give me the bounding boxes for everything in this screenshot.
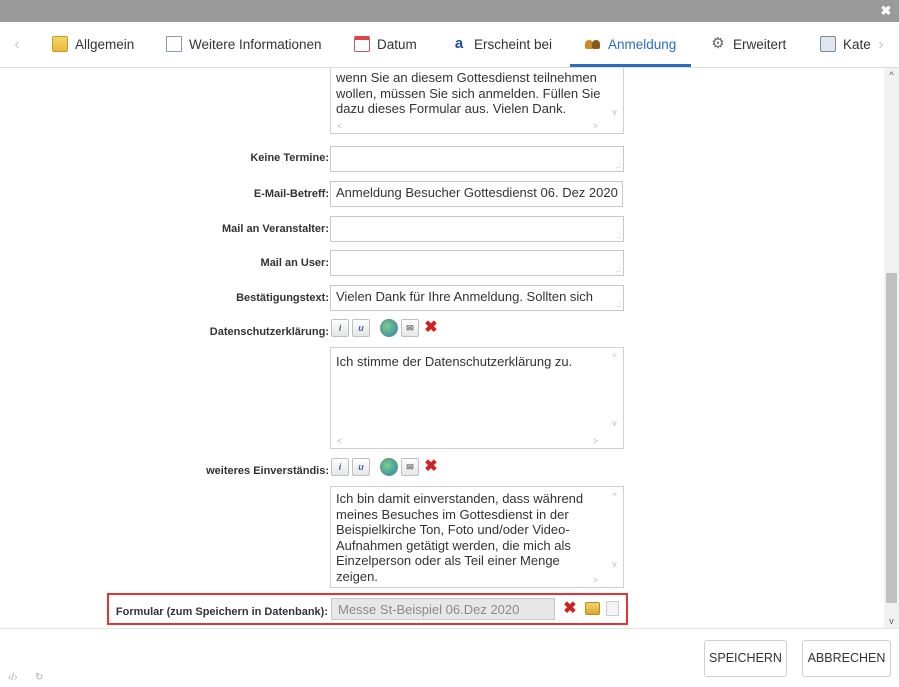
tab-label: Weitere Informationen [189,36,322,52]
einverstaendnis-label: weiteres Einverständis: [206,465,329,477]
tab-datum[interactable]: Datum [354,22,417,66]
delete-icon[interactable]: ✖ [561,600,579,618]
resize-grip-icon[interactable]: .: [617,301,621,309]
save-button[interactable]: SPEICHERN [704,640,787,677]
delete-icon[interactable]: ✖ [422,319,440,337]
resize-grip-icon[interactable]: .: [617,266,621,274]
mail-icon[interactable]: ✉ [401,319,419,337]
tab-allgemein[interactable]: Allgemein [52,22,134,66]
mail-user-label: Mail an User: [260,257,329,269]
document-icon [166,36,182,52]
email-betreff-field[interactable]: Anmeldung Besucher Gottesdienst 06. Dez … [330,181,623,207]
field-value [331,251,623,257]
email-betreff-label: E-Mail-Betreff: [253,188,329,200]
scroll-down-icon[interactable]: v [606,418,623,428]
horizontal-scrollbar[interactable]: < > [331,120,606,133]
formular-label: Formular (zum Speichern in Datenbank): [115,606,328,618]
datenschutz-text: Ich stimme der Datenschutzerklärung zu. [336,354,573,369]
info-icon[interactable]: i [331,319,349,337]
close-icon[interactable]: ✖ [879,3,893,19]
tab-anmeldung[interactable]: Anmeldung [585,22,676,66]
bestaetigung-field[interactable]: Vielen Dank für Ihre Anmeldung. Sollten … [330,285,624,311]
info-icon[interactable]: i [331,458,349,476]
scroll-up-icon[interactable]: ^ [606,491,623,501]
user-icon[interactable]: u [352,319,370,337]
bestaetigung-label: Bestätigungstext: [236,292,329,304]
tab-label: Erscheint bei [474,36,553,52]
calendar-icon [354,36,370,52]
dialog-titlebar: ✖ [0,0,899,22]
tab-label: Anmeldung [608,36,677,52]
resize-grip-icon[interactable]: .: [617,232,621,240]
tab-bar: ‹ Allgemein Weitere Informationen Datum … [0,22,899,68]
active-tab-indicator [570,64,691,67]
people-icon [585,36,601,52]
field-value: Vielen Dank für Ihre Anmeldung. Sollten … [336,289,594,304]
folder-select-icon[interactable] [585,602,600,615]
tab-scroll-right-icon[interactable]: › [874,35,888,55]
vertical-scrollbar[interactable]: ^ v [884,68,899,628]
field-value: Anmeldung Besucher Gottesdienst 06. Dez … [336,185,618,200]
gear-icon: ⚙ [711,35,725,52]
mail-veranstalter-field[interactable]: .: [330,216,624,242]
field-value [331,147,623,153]
tab-erscheint-bei[interactable]: a Erscheint bei [451,22,552,66]
keine-termine-field[interactable]: .: [330,146,624,172]
mail-veranstalter-label: Mail an Veranstalter: [222,223,329,235]
edit-disabled-icon [606,601,619,616]
footer-divider [0,628,899,629]
resize-grip-icon[interactable]: .: [617,162,621,170]
tab-erweitert[interactable]: ⚙ Erweitert [710,22,786,66]
tab-label: Datum [377,36,417,52]
datenschutz-label: Datenschutzerklärung: [209,326,329,338]
einverstaendnis-text: Ich bin damit einverstanden, dass währen… [336,491,584,584]
mail-user-field[interactable]: .: [330,250,624,276]
category-icon [820,36,836,52]
tab-kategorie[interactable]: Kate [820,22,870,66]
keine-termine-label: Keine Termine: [250,152,329,164]
scroll-up-icon[interactable]: ^ [884,68,899,82]
globe-icon[interactable] [380,319,398,337]
code-icon[interactable]: ‹/› [8,672,17,683]
user-icon[interactable]: u [352,458,370,476]
tab-label: Erweitert [733,36,787,52]
scroll-thumb[interactable] [886,273,897,603]
tab-scroll-left-icon[interactable]: ‹ [10,35,24,55]
datenschutz-toolbar: i u ✉ ✖ [331,319,440,341]
globe-icon[interactable] [380,458,398,476]
horizontal-scrollbar[interactable]: < > [331,435,606,448]
mail-icon[interactable]: ✉ [401,458,419,476]
einverstaendnis-toolbar: i u ✉ ✖ [331,458,440,480]
tab-label: Allgemein [75,36,135,52]
form-content: wenn Sie an diesem Gottesdienst teilnehm… [0,68,884,628]
text-icon: a [454,35,464,52]
formular-input[interactable]: Messe St-Beispiel 06.Dez 2020 [331,598,555,620]
cancel-button[interactable]: ABBRECHEN [802,640,891,677]
delete-icon[interactable]: ✖ [422,458,440,476]
einverstaendnis-textarea[interactable]: Ich bin damit einverstanden, dass währen… [330,486,624,588]
intro-text: wenn Sie an diesem Gottesdienst teilnehm… [336,70,601,116]
intro-textarea[interactable]: wenn Sie an diesem Gottesdienst teilnehm… [330,68,624,134]
tab-label: Kate [843,36,870,52]
datenschutz-textarea[interactable]: Ich stimme der Datenschutzerklärung zu. … [330,347,624,449]
scroll-down-icon[interactable]: v [606,107,623,117]
refresh-icon[interactable]: ↻ [35,672,43,683]
tab-weitere-informationen[interactable]: Weitere Informationen [166,22,322,66]
folder-icon [52,36,68,52]
horizontal-scrollbar[interactable]: < > [331,574,606,587]
scroll-down-icon[interactable]: v [606,559,623,569]
scroll-down-icon[interactable]: v [884,614,899,628]
field-value [331,217,623,223]
scroll-up-icon[interactable]: ^ [606,352,623,362]
